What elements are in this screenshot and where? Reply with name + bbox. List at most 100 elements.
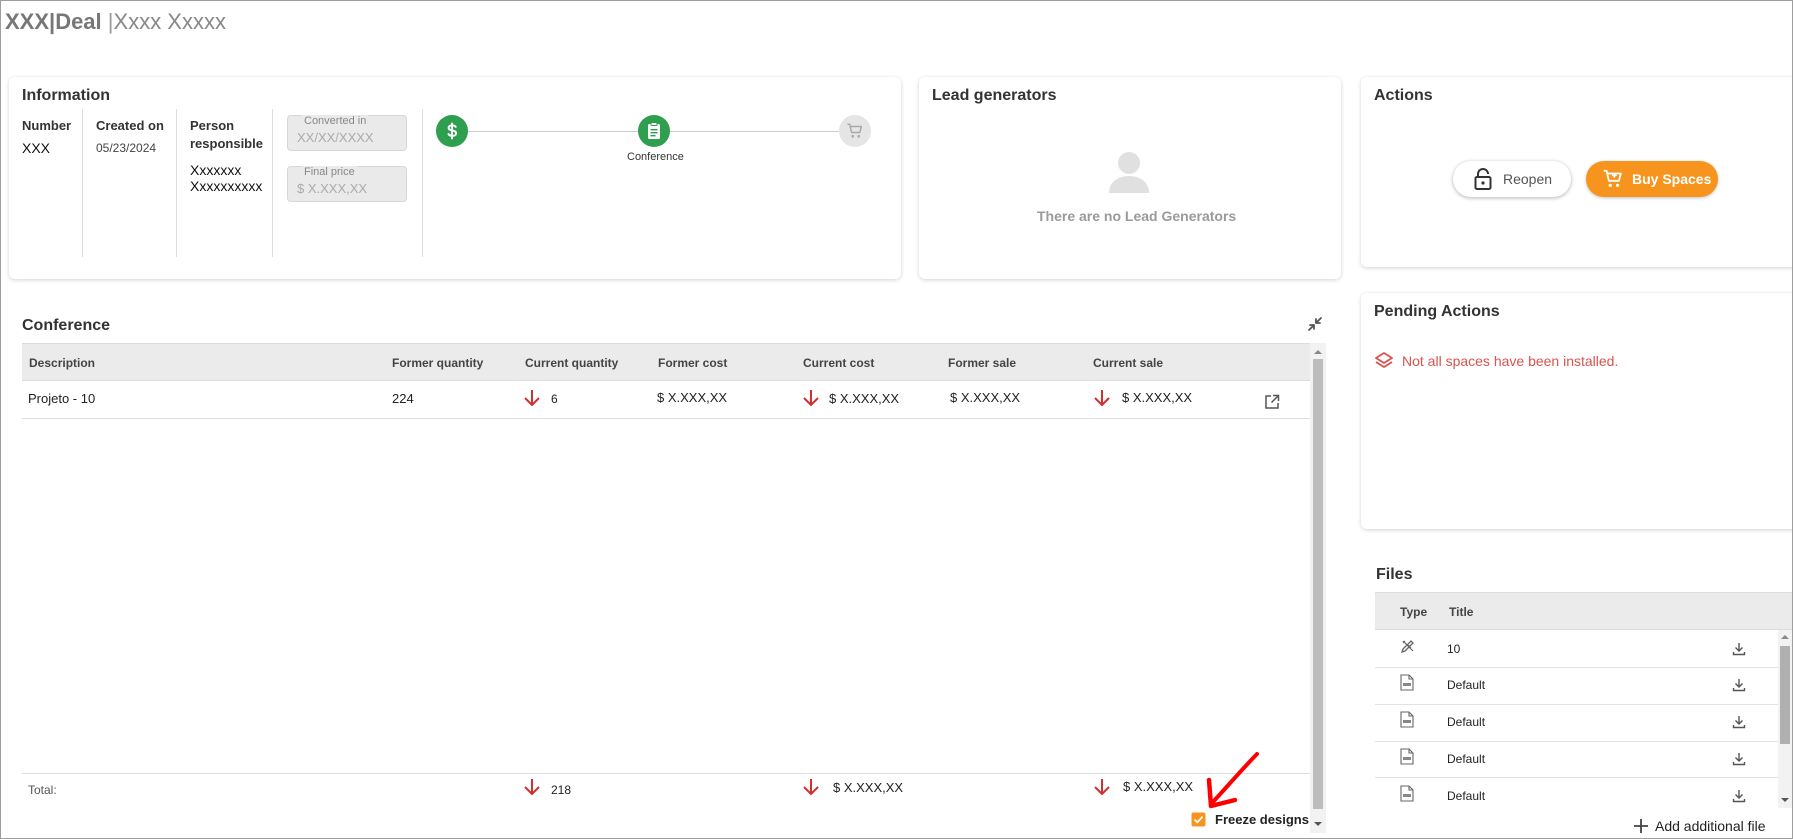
download-icon[interactable] [1732,789,1746,803]
scroll-up-icon[interactable] [1778,632,1792,642]
layers-icon [1375,352,1393,368]
row-former-quantity: 224 [392,391,414,406]
number-field: Number XXX [22,117,71,156]
download-icon[interactable] [1732,678,1746,692]
col-current-quantity[interactable]: Current quantity [525,356,618,370]
person-icon [1109,152,1149,193]
files-title: Files [1376,566,1413,583]
pdf-file-icon [1400,674,1414,691]
file-title: Default [1447,715,1486,729]
scroll-down-icon[interactable] [1310,819,1326,829]
step-dollar[interactable] [436,115,468,147]
total-label: Total: [28,783,57,797]
scroll-up-icon[interactable] [1310,347,1326,357]
reopen-button[interactable]: Reopen [1453,161,1571,197]
col-current-sale[interactable]: Current sale [1093,356,1163,370]
arrow-down-icon [524,390,540,407]
row-current-sale: $ X.XXX,XX [1122,390,1193,405]
number-label: Number [22,118,72,133]
row-divider [1375,704,1779,705]
download-icon[interactable] [1732,752,1746,766]
information-card: Information Number XXX Created on 05/23/… [9,77,901,279]
number-value: XXX [22,140,51,156]
step-cart[interactable] [839,115,871,147]
total-divider [22,773,1310,774]
divider [176,109,177,257]
conference-scrollbar[interactable] [1310,343,1326,833]
file-title: 10 [1447,642,1461,656]
cart-icon [1603,169,1622,188]
pending-item[interactable]: Not all spaces have been installed. [1374,351,1618,371]
row-description: Projeto - 10 [28,391,96,406]
row-divider [1375,741,1779,742]
step-conference[interactable] [638,115,670,147]
add-additional-file-button[interactable]: Add additional file [1633,818,1766,834]
buy-spaces-label: Buy Spaces [1632,171,1712,187]
converted-value: XX/XX/XXXX [297,130,374,145]
file-title: Default [1447,789,1486,803]
scrollbar-thumb[interactable] [1313,359,1323,809]
conference-table-header: Description Former quantity Current quan… [22,343,1310,381]
conference-title: Conference [22,317,111,334]
dollar-icon [447,122,458,140]
deal-label: Deal [55,9,102,34]
add-additional-file-label: Add additional file [1655,818,1766,834]
files-scrollbar[interactable] [1778,630,1792,808]
final-price-label: Final price [302,166,357,178]
freeze-designs-label: Freeze designs [1215,812,1309,827]
row-divider [1375,667,1779,668]
actions-title: Actions [1374,87,1433,104]
row-divider [1375,777,1779,778]
buy-spaces-button[interactable]: Buy Spaces [1586,161,1718,197]
col-description[interactable]: Description [29,356,95,370]
open-external-icon[interactable] [1264,394,1280,410]
row-former-cost: $ X.XXX,XX [657,390,728,405]
col-former-sale[interactable]: Former sale [948,356,1016,370]
information-title: Information [22,87,110,104]
pdf-file-icon [1400,711,1414,728]
scroll-down-icon[interactable] [1778,795,1792,805]
collapse-icon[interactable] [1306,315,1324,333]
col-former-quantity[interactable]: Former quantity [392,356,483,370]
divider [82,109,83,257]
created-value: 05/23/2024 [96,141,157,155]
row-current-quantity: 6 [551,392,558,406]
col-title[interactable]: Title [1449,605,1473,619]
scrollbar-thumb[interactable] [1780,646,1790,744]
checkbox-checked-icon [1191,812,1206,827]
arrow-down-icon [1094,390,1110,407]
converted-label: Converted in [302,115,369,127]
file-title: Default [1447,752,1486,766]
lead-generators-card: Lead generators There are no Lead Genera… [919,77,1341,279]
arrow-down-icon [524,779,540,796]
file-title: Default [1447,678,1486,692]
freeze-designs-checkbox[interactable]: Freeze designs [1191,812,1309,827]
lead-generators-empty-text: There are no Lead Generators [1037,208,1237,224]
pending-actions-title: Pending Actions [1374,303,1500,320]
row-former-sale: $ X.XXX,XX [950,390,1021,405]
client-name: Xxxx Xxxxx [113,9,226,34]
col-current-cost[interactable]: Current cost [803,356,874,370]
plus-icon [1634,819,1648,833]
col-former-cost[interactable]: Former cost [658,356,727,370]
person-label-2: responsible [190,136,263,151]
cart-icon [847,123,863,138]
arrow-down-icon [803,390,819,407]
pending-actions-card: Pending Actions Not all spaces have been… [1361,293,1792,529]
total-current-quantity: 218 [551,783,572,797]
person-field: Person responsible Xxxxxxx Xxxxxxxxxx [190,117,263,194]
lock-open-icon [1474,168,1492,190]
page-title: XXX|Deal |Xxxx Xxxxx [5,9,226,35]
app-window: XXX|Deal |Xxxx Xxxxx Information Number … [0,0,1793,839]
step-conference-label: Conference [627,151,684,163]
pencil-ruler-icon [1400,640,1414,654]
download-icon[interactable] [1732,715,1746,729]
total-current-cost: $ X.XXX,XX [833,780,904,795]
download-icon[interactable] [1732,642,1746,656]
divider [422,109,423,257]
col-type[interactable]: Type [1400,605,1427,619]
pdf-file-icon [1400,785,1414,802]
red-arrow-icon [1206,752,1259,809]
reopen-label: Reopen [1503,171,1553,187]
created-field: Created on 05/23/2024 [96,117,164,156]
